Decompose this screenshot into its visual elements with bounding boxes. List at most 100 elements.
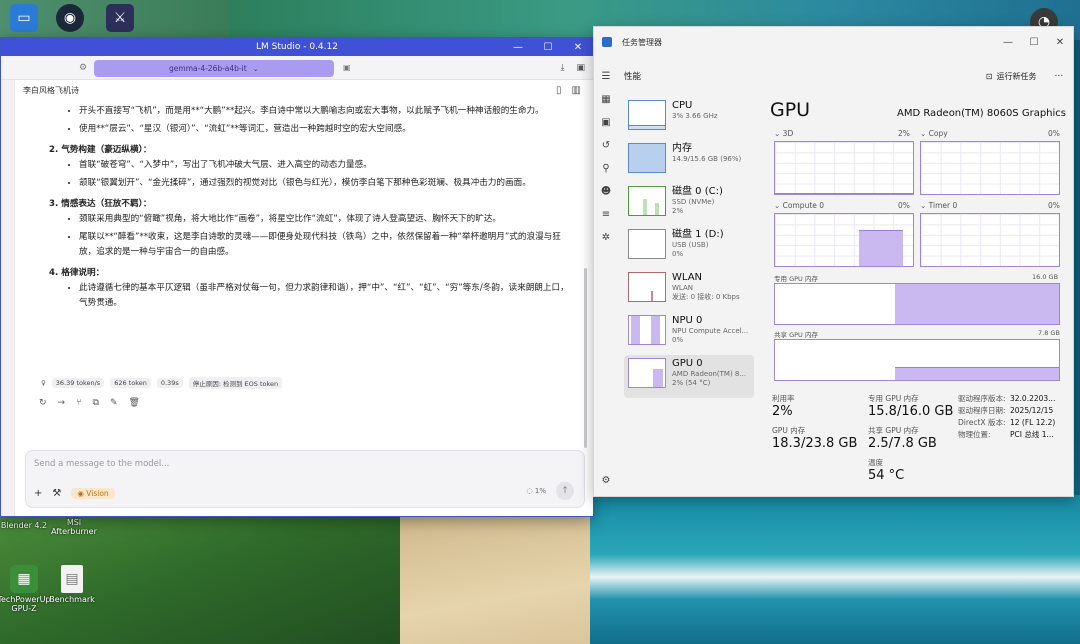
file-icon: ▤	[61, 565, 83, 593]
startup-icon[interactable]: ⚲	[602, 163, 609, 174]
game-icon: ⚔	[106, 4, 134, 32]
model-selector[interactable]: gemma-4-26b-a4b-it ⌄	[94, 60, 334, 77]
menu-icon[interactable]: ☰	[602, 71, 611, 82]
chat-transcript: 开头不直接写“飞机”，而是用**“大鹏”**起兴。李白诗中常以大鹏喻志向或宏大事…	[31, 104, 576, 444]
resource-name: 内存	[672, 143, 692, 154]
graph-3d	[774, 141, 914, 195]
stat-shared-memory: 共享 GPU 内存 2.5/7.8 GB	[868, 426, 937, 451]
more-icon[interactable]: ⋯	[1055, 71, 1064, 81]
gpu-title: GPU	[770, 99, 811, 121]
resource-item-gpu[interactable]: GPU 0 AMD Radeon(TM) 8... 2% (54 °C)	[624, 355, 754, 398]
resource-usage: 2% (54 °C)	[672, 379, 711, 387]
resource-detail: SSD (NVMe)	[672, 198, 715, 206]
list-item: 首联“破苍穹”、“入梦中”，写出了飞机冲破大气层、进入高空的动态力量感。	[79, 158, 576, 173]
lmstudio-window: LM Studio - 0.4.12 — ☐ ✕ ⚙ ⤓ ▣ gemma-4-2…	[0, 37, 594, 517]
lmstudio-title: LM Studio - 0.4.12	[256, 42, 338, 52]
desktop-icon-benchmark[interactable]: ▤ Benchmark	[42, 565, 102, 604]
list-item: 此诗遵循七律的基本平仄逻辑（虽非严格对仗每一句，但力求韵律和谐），押“中”、“红…	[79, 281, 576, 311]
resource-item-disk0[interactable]: 磁盘 0 (C:) SSD (NVMe) 2%	[624, 183, 754, 226]
history-icon[interactable]: ↺	[602, 140, 610, 151]
resource-item-npu[interactable]: NPU 0 NPU Compute Accel... 0%	[624, 312, 754, 355]
graph-label-3d[interactable]: ⌄ 3D	[774, 129, 793, 138]
graph-label-compute[interactable]: ⌄ Compute 0	[774, 201, 824, 210]
processes-icon[interactable]: ▦	[601, 94, 610, 105]
section-title: 性能	[624, 72, 642, 82]
continue-icon[interactable]: →	[58, 398, 66, 408]
resource-item-disk1[interactable]: 磁盘 1 (D:) USB (USB) 0%	[624, 226, 754, 269]
resource-detail: NPU Compute Accel...	[672, 327, 749, 335]
graph-label-timer[interactable]: ⌄ Timer 0	[920, 201, 957, 210]
list-item: 尾联以**“醉看”**收束，这是李白诗歌的灵魂——即便身处现代科技（铁鸟）之中，…	[79, 230, 576, 260]
regenerate-icon[interactable]: ↻	[39, 398, 47, 408]
message-composer[interactable]: Send a message to the model... + ⚒ ◉ Vis…	[25, 450, 585, 508]
taskmanager-titlebar[interactable]: 任务管理器 — ☐ ✕	[594, 27, 1073, 57]
stat-stop-reason: 停止原因: 检测到 EOS token	[188, 377, 283, 389]
download-icon[interactable]: ⤓	[561, 63, 565, 73]
edit-icon[interactable]: ✎	[110, 398, 118, 408]
message-actions: ↻ → ⑂ ⧉ ✎ 🗑	[39, 398, 140, 408]
split-icon[interactable]: ▥	[572, 85, 581, 96]
minimize-icon[interactable]: —	[995, 37, 1021, 48]
taskmanager-title: 任务管理器	[622, 37, 662, 47]
lock-icon[interactable]: ▣	[343, 63, 351, 72]
desktop-icon-label: Blender 4.2	[0, 521, 48, 530]
services-icon[interactable]: ✲	[602, 232, 610, 243]
resource-detail: USB (USB)	[672, 241, 709, 249]
graph-label-copy[interactable]: ⌄ Copy	[920, 129, 948, 138]
send-button[interactable]: ↑	[556, 482, 574, 500]
desktop-icon-game[interactable]: ⚔	[90, 4, 150, 32]
taskmanager-logo-icon	[602, 37, 612, 47]
generation-stats: ♀ 36.39 token/s 626 token 0.39s 停止原因: 检测…	[41, 377, 283, 389]
resource-list: CPU 3% 3.66 GHz 内存 14.9/15.6 GB (96%) 磁盘…	[624, 97, 754, 398]
list-item: 颔联“银翼划开”、“金光揉碎”，通过强烈的视觉对比（银色与红光），模仿李白笔下那…	[79, 176, 576, 191]
shared-memory-label: 共享 GPU 内存	[774, 331, 818, 339]
details-icon[interactable]: ≡	[602, 209, 610, 220]
lmstudio-titlebar[interactable]: LM Studio - 0.4.12 — ☐ ✕	[1, 38, 593, 56]
settings-icon[interactable]: ⚙	[79, 63, 87, 73]
resource-detail: WLAN	[672, 284, 694, 292]
message-input[interactable]: Send a message to the model...	[34, 459, 169, 469]
vision-badge[interactable]: ◉ Vision	[71, 488, 115, 499]
maximize-icon[interactable]: ☐	[1021, 37, 1047, 48]
npu-thumb	[628, 315, 666, 345]
stat-time: 0.39s	[156, 378, 183, 388]
settings-icon[interactable]: ⚙	[602, 475, 611, 486]
performance-icon[interactable]: ▣	[601, 117, 610, 128]
stat-tokens: 626 token	[110, 378, 151, 388]
resource-usage: 0%	[672, 250, 684, 258]
resource-item-wlan[interactable]: WLAN WLAN 发送: 0 接收: 0 Kbps	[624, 269, 754, 312]
gpu-detail-panel: GPU AMD Radeon(TM) 8060S Graphics ⌄ 3D 2…	[770, 99, 1066, 397]
graph-compute	[774, 213, 914, 267]
desktop-icon-label: Benchmark	[49, 595, 95, 604]
section-heading: 3. 情感表达（狂放不羁）：	[49, 199, 152, 209]
shared-memory-fill	[895, 366, 1059, 380]
panel-toggle-icon[interactable]: ▣	[576, 63, 585, 73]
desktop-icon-afterburner[interactable]: MSI Afterburner	[44, 516, 104, 536]
chat-scrollbar[interactable]	[584, 268, 587, 448]
resource-item-cpu[interactable]: CPU 3% 3.66 GHz	[624, 97, 754, 140]
graph-pct-timer: 0%	[1048, 201, 1060, 210]
resource-item-memory[interactable]: 内存 14.9/15.6 GB (96%)	[624, 140, 754, 183]
dedicated-memory-graph	[774, 283, 1060, 325]
wrench-icon[interactable]: ⚒	[52, 488, 61, 499]
branch-icon[interactable]: ⑂	[76, 398, 81, 408]
chat-header: 李白风格飞机诗 ▯ ▥	[15, 80, 593, 100]
lmstudio-sidebar	[1, 80, 15, 516]
wallpaper-sea	[590, 495, 1080, 644]
resource-name: NPU 0	[672, 315, 703, 326]
wlan-thumb	[628, 272, 666, 302]
plus-icon[interactable]: +	[34, 488, 42, 499]
driver-info: 驱动程序版本: 32.0.2203... 驱动程序日期: 2025/12/15 Di…	[958, 393, 1068, 441]
run-task-icon: ⊡	[985, 71, 993, 81]
run-new-task-button[interactable]: ⊡ 运行新任务	[986, 71, 1037, 82]
driver-row: 物理位置: PCI 总线 1...	[958, 430, 1054, 439]
users-icon[interactable]: ☻	[601, 186, 611, 197]
resource-usage: 发送: 0 接收: 0 Kbps	[672, 293, 740, 301]
vision-label: Vision	[86, 489, 109, 498]
resource-name: 磁盘 1 (D:)	[672, 229, 724, 240]
cpu-thumb	[628, 100, 666, 130]
copy-icon[interactable]: ⧉	[93, 398, 99, 408]
delete-icon[interactable]: 🗑	[128, 398, 139, 408]
close-icon[interactable]: ✕	[1047, 37, 1073, 48]
book-icon[interactable]: ▯	[556, 85, 562, 96]
